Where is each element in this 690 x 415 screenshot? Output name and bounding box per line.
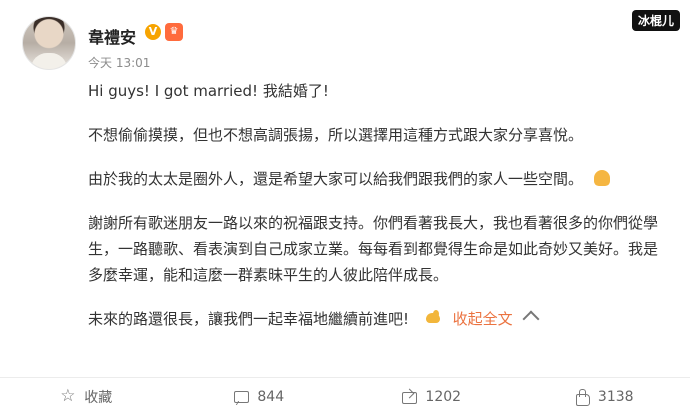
post-line-5: 未來的路還很長，讓我們一起幸福地繼續前進吧! 收起全文 (88, 306, 658, 332)
star-icon (60, 386, 76, 406)
comment-count: 844 (257, 388, 285, 405)
like-button[interactable]: 3138 (518, 388, 690, 406)
praying-hands-icon (593, 170, 610, 186)
comment-icon (233, 389, 250, 405)
share-button[interactable]: 1202 (345, 389, 518, 405)
post-line-1: Hi guys! I got married! 我結婚了! (88, 82, 329, 100)
vip-icon: ♛ (165, 23, 183, 41)
post-header: 韋禮安 V ♛ 今天 13:01 (22, 16, 662, 76)
chevron-up-icon[interactable] (522, 310, 540, 328)
favorite-button[interactable]: 收藏 (0, 386, 173, 407)
like-count: 3138 (597, 388, 634, 405)
post-line-4: 謝謝所有歌迷朋友一路以來的祝福跟支持。你們看著我長大，我也看著很多的你們從學生，… (88, 214, 659, 284)
post-time: 今天 13:01 (88, 56, 151, 70)
post-line-5-text: 未來的路還很長，讓我們一起幸福地繼續前進吧! (88, 310, 410, 328)
collapse-full-text-link[interactable]: 收起全文 (453, 310, 513, 328)
post-line-2: 不想偷偷摸摸，但也不想高調張揚，所以選擇用這種方式跟大家分享喜悅。 (88, 126, 584, 144)
username[interactable]: 韋禮安 (88, 24, 136, 48)
post-footer: 收藏 844 1202 3138 (0, 378, 690, 415)
post-line-3-text: 由於我的太太是圈外人，還是希望大家可以給我們跟我們的家人一些空間。 (88, 170, 584, 188)
post-line-3: 由於我的太太是圈外人，還是希望大家可以給我們跟我們的家人一些空間。 (88, 166, 658, 192)
flexed-biceps-icon (424, 309, 442, 327)
comment-button[interactable]: 844 (173, 389, 346, 405)
avatar-shirt (31, 53, 67, 69)
share-icon (401, 389, 418, 405)
share-count: 1202 (425, 388, 462, 405)
verified-icon: V (145, 24, 161, 40)
favorite-label: 收藏 (84, 389, 113, 406)
post-content: Hi guys! I got married! 我結婚了! 不想偷偷摸摸，但也不… (88, 78, 658, 350)
thumbs-up-icon (574, 388, 590, 406)
avatar[interactable] (22, 16, 76, 70)
